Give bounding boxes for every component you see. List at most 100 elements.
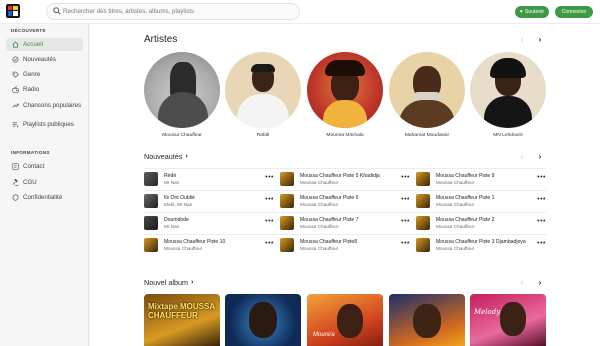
sidebar-item-privacy[interactable]: Confidentialité <box>6 191 83 204</box>
new-releases-title[interactable]: Nouveautés › <box>144 152 188 161</box>
new-album-title[interactable]: Nouvel album › <box>144 278 193 287</box>
song-item[interactable]: Moussa Chauffeur Piste 7 Moussa Chauffeur… <box>280 214 410 232</box>
album-cover[interactable]: Mounira <box>307 294 383 346</box>
sidebar-item-popular-songs[interactable]: Chansons populaires <box>6 99 83 112</box>
song-artist: Moussa Chauffeur <box>300 246 339 252</box>
song-title: Doumdode <box>164 216 189 223</box>
search-bar[interactable] <box>46 3 300 20</box>
chevron-left-icon[interactable]: ‹ <box>518 278 526 287</box>
artist-name: Mounira Mitchala <box>326 133 364 138</box>
song-cover <box>144 216 158 230</box>
divider <box>144 234 546 235</box>
more-options-icon[interactable]: ••• <box>265 174 274 181</box>
artist-card[interactable]: Mounira Mitchala <box>307 52 383 138</box>
sidebar-item-cgu[interactable]: CGU <box>6 176 83 189</box>
chevron-left-icon[interactable]: ‹ <box>518 152 526 161</box>
info-section-title: INFORMATIONS <box>11 150 50 155</box>
more-options-icon[interactable]: ••• <box>537 174 546 181</box>
more-options-icon[interactable]: ••• <box>401 196 410 203</box>
song-artist: Moussa Chauffeur <box>436 202 475 208</box>
song-artist: Moussa Chauffeur <box>436 246 475 252</box>
new-icon <box>8 56 22 63</box>
song-cover <box>416 216 430 230</box>
chevron-right-icon[interactable]: › <box>536 278 544 287</box>
song-cover <box>416 194 430 208</box>
discover-section-title: DÉCOUVERTE <box>11 28 46 33</box>
more-options-icon[interactable]: ••• <box>265 196 274 203</box>
sidebar-item-radio[interactable]: Radio <box>6 83 83 96</box>
divider <box>144 190 546 191</box>
song-artist: Mr Nan <box>164 180 180 186</box>
gavel-icon <box>8 179 22 186</box>
song-title: Rédé <box>164 172 177 179</box>
artist-card[interactable]: Moussa Chauffeur <box>144 52 220 138</box>
artist-name: Mahamat Moudassir <box>404 133 450 138</box>
contact-icon <box>8 163 22 170</box>
chevron-left-icon[interactable]: ‹ <box>518 35 526 44</box>
sidebar-item-public-playlists[interactable]: Playlists publiques <box>6 118 83 131</box>
album-cover[interactable] <box>225 294 301 346</box>
artist-card[interactable]: Rafall <box>225 52 301 138</box>
song-item[interactable]: Doumdode Mr Nan ••• <box>144 214 274 232</box>
album-cover[interactable] <box>389 294 465 346</box>
artist-card[interactable]: Mahamat Moudassir <box>389 52 465 138</box>
song-cover <box>280 172 294 186</box>
shield-icon <box>8 194 22 201</box>
album-cover[interactable]: Melody <box>470 294 546 346</box>
album-cover-text: Mounira <box>313 332 335 338</box>
more-options-icon[interactable]: ••• <box>537 218 546 225</box>
song-item[interactable]: Moussa Chauffeur Piste 3 Djambadjoya Mous… <box>416 236 546 254</box>
song-item[interactable]: Ils Ont Oublié Elebl, Mr Nan ••• <box>144 192 274 210</box>
more-options-icon[interactable]: ••• <box>401 174 410 181</box>
chevron-right-icon[interactable]: › <box>536 152 544 161</box>
artist-name: MN Lehdouré <box>493 133 523 138</box>
song-title: Moussa Chauffeur Piste 9 <box>436 172 495 179</box>
song-cover <box>144 172 158 186</box>
top-bar: ♥Soutenir Connexion <box>0 0 600 24</box>
song-item[interactable]: Rédé Mr Nan ••• <box>144 170 274 188</box>
artist-photo <box>307 52 383 128</box>
sidebar-item-genre[interactable]: Genre <box>6 68 83 81</box>
more-options-icon[interactable]: ••• <box>537 240 546 247</box>
song-item[interactable]: Moussa Chauffeur Piste8 Moussa Chauffeur •… <box>280 236 410 254</box>
artists-title: Artistes <box>144 34 178 45</box>
song-cover <box>280 238 294 252</box>
albums-carousel-arrows: ‹ › <box>518 278 544 287</box>
app-logo[interactable] <box>6 4 20 18</box>
more-options-icon[interactable]: ••• <box>401 218 410 225</box>
song-item[interactable]: Moussa Chauffeur Piste 5 Khadidja Moussa … <box>280 170 410 188</box>
artist-photo <box>144 52 220 128</box>
chevron-right-icon: › <box>185 153 188 160</box>
support-button[interactable]: ♥ Soutenir <box>515 6 549 18</box>
more-options-icon[interactable]: ••• <box>401 240 410 247</box>
login-button[interactable]: Connexion <box>555 6 593 18</box>
more-options-icon[interactable]: ••• <box>265 218 274 225</box>
more-options-icon[interactable]: ••• <box>265 240 274 247</box>
divider <box>144 212 546 213</box>
song-title: Moussa Chauffeur Piste 10 <box>164 238 226 245</box>
song-title: Moussa Chauffeur Piste 1 <box>436 194 495 201</box>
song-cover <box>280 216 294 230</box>
artist-photo <box>225 52 301 128</box>
radio-icon <box>8 86 22 93</box>
song-title: Moussa Chauffeur Piste 2 <box>436 216 495 223</box>
sidebar-item-contact[interactable]: Contact <box>6 160 83 173</box>
song-item[interactable]: Moussa Chauffeur Piste 9 Moussa Chauffeur… <box>416 170 546 188</box>
artist-card[interactable]: MN Lehdouré <box>470 52 546 138</box>
album-cover[interactable]: Mixtape MOUSSA CHAUFFEUR <box>144 294 220 346</box>
chevron-right-icon[interactable]: › <box>536 35 544 44</box>
sidebar-item-home[interactable]: Accueil <box>6 38 83 51</box>
song-item[interactable]: Moussa Chauffeur Piste 10 Moussa Chauffeu… <box>144 236 274 254</box>
sidebar-item-new[interactable]: Nouveautés <box>6 53 83 66</box>
search-input[interactable] <box>63 5 293 18</box>
more-options-icon[interactable]: ••• <box>537 196 546 203</box>
song-cover <box>416 172 430 186</box>
song-title: Moussa Chauffeur Piste 6 <box>300 194 359 201</box>
trending-icon <box>8 102 22 109</box>
song-item[interactable]: Moussa Chauffeur Piste 1 Moussa Chauffeur… <box>416 192 546 210</box>
song-artist: Moussa Chauffeur <box>436 180 475 186</box>
divider <box>144 168 546 169</box>
chevron-right-icon: › <box>190 279 194 286</box>
song-item[interactable]: Moussa Chauffeur Piste 2 Moussa Chauffeur… <box>416 214 546 232</box>
song-item[interactable]: Moussa Chauffeur Piste 6 Moussa Chauffeur… <box>280 192 410 210</box>
